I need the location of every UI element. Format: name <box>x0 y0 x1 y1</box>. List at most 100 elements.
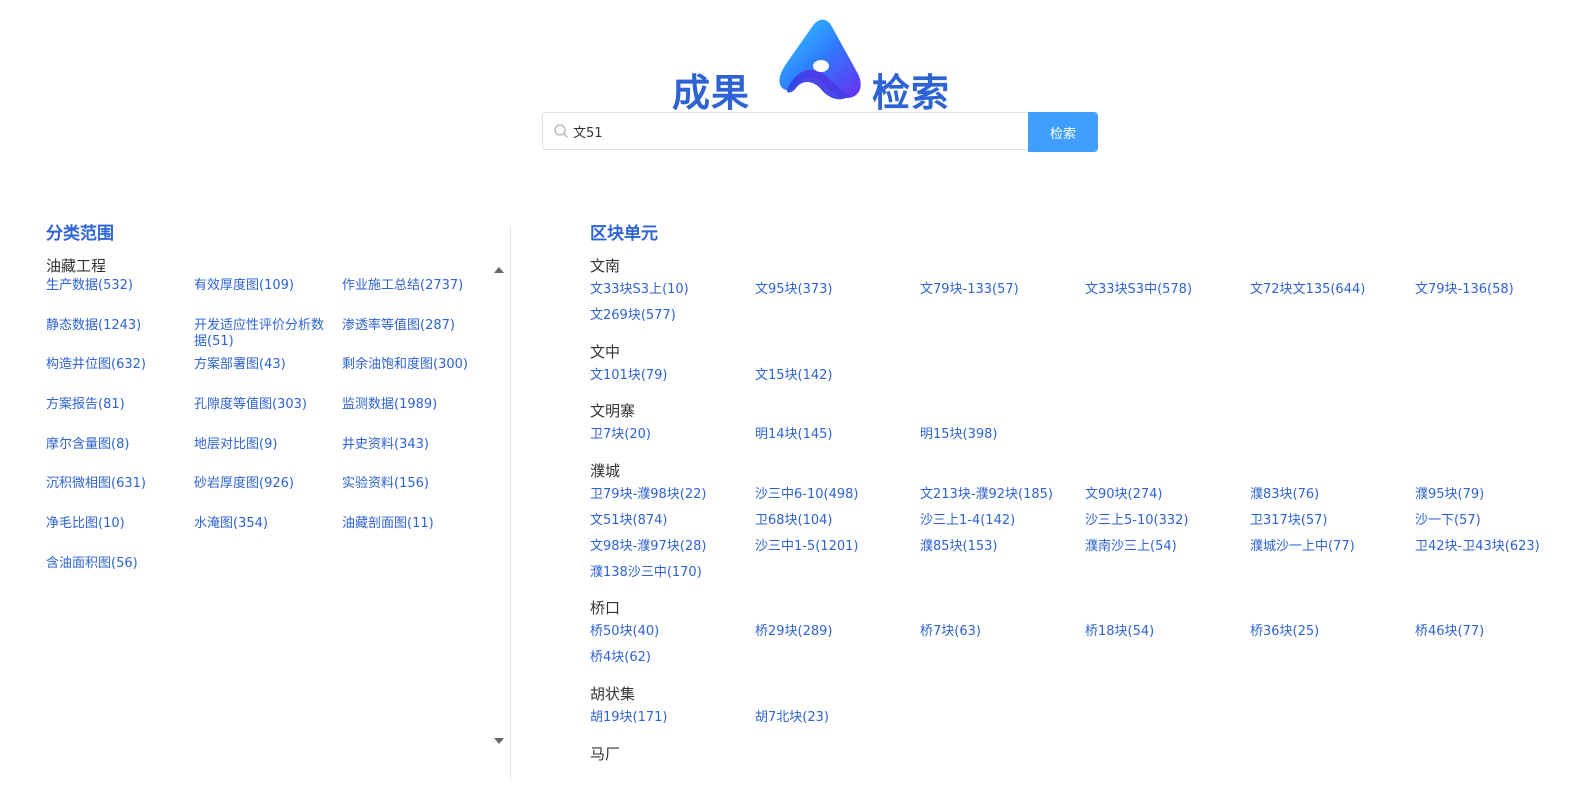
category-item[interactable]: 实验资料(156) <box>342 476 502 516</box>
region-name: 胡状集 <box>590 684 636 703</box>
unit-grid: 卫7块(20) 明14块(145) 明15块(398) <box>590 425 1570 451</box>
unit-item[interactable]: 文98块-濮97块(28) <box>590 537 755 563</box>
unit-grid: 卫79块-濮98块(22) 沙三中6-10(498) 文213块-濮92块(185)… <box>590 485 1570 588</box>
scroll-up-arrow-icon[interactable] <box>494 267 504 273</box>
region-section: 胡状集胡19块(171) 胡7北块(23) <box>590 684 1570 734</box>
block-unit-panel: 区块单元 文南 文33块S3上(10) 文95块(373) 文79块-133(57) 文… <box>590 222 1570 764</box>
category-item[interactable]: 地层对比图(9) <box>194 437 342 477</box>
category-item[interactable]: 渗透率等值图(287) <box>342 318 502 358</box>
category-item[interactable]: 含油面积图(56) <box>46 556 194 596</box>
category-item[interactable]: 构造井位图(632) <box>46 357 194 397</box>
search-box <box>542 112 1028 150</box>
region-section: 文中文101块(79) 文15块(142) <box>590 342 1570 392</box>
category-item[interactable]: 作业施工总结(2737) <box>342 278 502 318</box>
unit-item[interactable]: 卫317块(57) <box>1250 511 1415 537</box>
unit-item[interactable]: 濮95块(79) <box>1415 485 1580 511</box>
panel-divider <box>510 226 511 780</box>
unit-item[interactable]: 濮85块(153) <box>920 537 1085 563</box>
region-section: 文南文33块S3上(10) 文95块(373) 文79块-133(57) 文33块S3… <box>590 256 1570 332</box>
category-item[interactable]: 井史资料(343) <box>342 437 502 477</box>
region-name: 文中 <box>590 342 621 361</box>
unit-item[interactable]: 明14块(145) <box>755 425 920 451</box>
category-item[interactable]: 方案部署图(43) <box>194 357 342 397</box>
unit-item[interactable]: 文213块-濮92块(185) <box>920 485 1085 511</box>
unit-item[interactable]: 桥7块(63) <box>920 622 1085 648</box>
unit-item[interactable]: 桥36块(25) <box>1250 622 1415 648</box>
unit-item[interactable]: 胡19块(171) <box>590 708 755 734</box>
unit-item[interactable]: 胡7北块(23) <box>755 708 920 734</box>
category-item[interactable]: 净毛比图(10) <box>46 516 194 556</box>
region-name: 文南 <box>590 257 621 275</box>
unit-item[interactable]: 濮城沙一上中(77) <box>1250 537 1415 563</box>
region-section: 桥口桥50块(40) 桥29块(289) 桥7块(63) 桥18块(54) 桥36块(2… <box>590 598 1570 674</box>
unit-item[interactable]: 卫42块-卫43块(623) <box>1415 537 1580 563</box>
unit-grid: 文33块S3上(10) 文95块(373) 文79块-133(57) 文33块S3中(… <box>590 280 1570 332</box>
unit-item[interactable]: 明15块(398) <box>920 425 1085 451</box>
unit-item[interactable]: 濮南沙三上(54) <box>1085 537 1250 563</box>
unit-item[interactable]: 文79块-136(58) <box>1415 280 1580 306</box>
unit-item[interactable]: 沙一下(57) <box>1415 511 1580 537</box>
unit-item[interactable]: 文72块文135(644) <box>1250 280 1415 306</box>
unit-item[interactable]: 沙三中6-10(498) <box>755 485 920 511</box>
search-input[interactable] <box>573 113 1013 149</box>
region-section: 文明寨卫7块(20) 明14块(145) 明15块(398) <box>590 401 1570 451</box>
category-item[interactable]: 方案报告(81) <box>46 397 194 437</box>
unit-item[interactable]: 文101块(79) <box>590 366 755 392</box>
unit-grid: 文101块(79) 文15块(142) <box>590 366 1570 392</box>
unit-item[interactable]: 卫7块(20) <box>590 425 755 451</box>
region-name: 文明寨 <box>590 402 636 421</box>
category-grid: 生产数据(532) 有效厚度图(109) 作业施工总结(2737) 静态数据(1243… <box>46 278 506 596</box>
logo-mark-icon <box>779 19 861 100</box>
unit-item[interactable]: 沙三上1-4(142) <box>920 511 1085 537</box>
category-item[interactable]: 监测数据(1989) <box>342 397 502 437</box>
category-item[interactable]: 有效厚度图(109) <box>194 278 342 318</box>
unit-item[interactable]: 卫79块-濮98块(22) <box>590 485 755 511</box>
unit-item[interactable]: 濮138沙三中(170) <box>590 563 755 589</box>
unit-grid: 桥50块(40) 桥29块(289) 桥7块(63) 桥18块(54) 桥36块(25)… <box>590 622 1570 674</box>
unit-item[interactable]: 桥18块(54) <box>1085 622 1250 648</box>
region-list: 文南文33块S3上(10) 文95块(373) 文79块-133(57) 文33块S3… <box>590 256 1570 764</box>
logo: 成果 检索 <box>672 18 962 115</box>
scroll-down-arrow-icon[interactable] <box>494 738 504 744</box>
unit-item[interactable]: 文90块(274) <box>1085 485 1250 511</box>
unit-item[interactable]: 文15块(142) <box>755 366 920 392</box>
unit-item[interactable]: 桥29块(289) <box>755 622 920 648</box>
category-item[interactable]: 沉积微相图(631) <box>46 476 194 516</box>
region-name: 马厂 <box>590 744 621 763</box>
category-panel-title: 分类范围 <box>46 224 114 244</box>
unit-item[interactable]: 文95块(373) <box>755 280 920 306</box>
search-button[interactable]: 检索 <box>1028 112 1098 152</box>
category-item[interactable]: 水淹图(354) <box>194 516 342 556</box>
unit-item[interactable]: 文33块S3中(578) <box>1085 280 1250 306</box>
search-icon <box>554 124 568 138</box>
unit-item[interactable]: 文79块-133(57) <box>920 280 1085 306</box>
unit-item[interactable]: 沙三中1-5(1201) <box>755 537 920 563</box>
unit-item[interactable]: 文51块(874) <box>590 511 755 537</box>
category-group-title: 油藏工程 <box>46 257 107 275</box>
category-item[interactable]: 生产数据(532) <box>46 278 194 318</box>
unit-grid: 胡19块(171) 胡7北块(23) <box>590 708 1570 734</box>
category-item[interactable]: 砂岩厚度图(926) <box>194 476 342 516</box>
unit-item[interactable]: 桥50块(40) <box>590 622 755 648</box>
unit-item[interactable]: 桥46块(77) <box>1415 622 1580 648</box>
category-item[interactable]: 摩尔含量图(8) <box>46 437 194 477</box>
unit-item[interactable]: 沙三上5-10(332) <box>1085 511 1250 537</box>
logo-text-right: 检索 <box>872 71 951 115</box>
category-panel: 分类范围 油藏工程 生产数据(532) 有效厚度图(109) 作业施工总结(2737… <box>46 222 506 782</box>
category-item[interactable]: 油藏剖面图(11) <box>342 516 502 556</box>
unit-item[interactable]: 卫68块(104) <box>755 511 920 537</box>
unit-item[interactable]: 文269块(577) <box>590 306 755 332</box>
block-unit-panel-title: 区块单元 <box>590 224 658 244</box>
region-section: 濮城卫79块-濮98块(22) 沙三中6-10(498) 文213块-濮92块(18… <box>590 461 1570 588</box>
logo-text-left: 成果 <box>672 71 751 115</box>
region-name: 桥口 <box>590 599 621 618</box>
category-item[interactable]: 开发适应性评价分析数据(51) <box>194 318 342 358</box>
category-item[interactable]: 剩余油饱和度图(300) <box>342 357 502 397</box>
unit-item[interactable]: 桥4块(62) <box>590 648 755 674</box>
unit-item[interactable]: 文33块S3上(10) <box>590 280 755 306</box>
region-name: 濮城 <box>590 462 621 481</box>
category-item[interactable]: 孔隙度等值图(303) <box>194 397 342 437</box>
unit-item[interactable]: 濮83块(76) <box>1250 485 1415 511</box>
category-item[interactable]: 静态数据(1243) <box>46 318 194 358</box>
region-section: 马厂 <box>590 744 1570 764</box>
